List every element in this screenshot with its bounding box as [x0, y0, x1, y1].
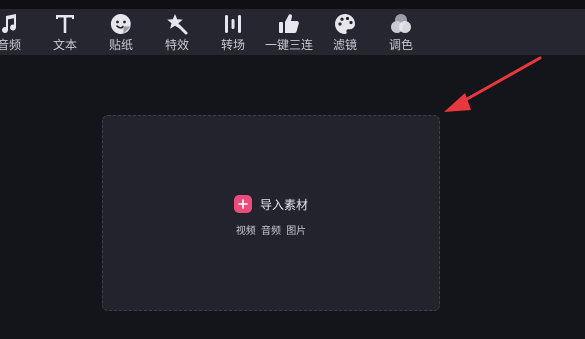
import-media-label: 导入素材	[259, 197, 308, 212]
import-media-button[interactable]: 导入素材	[103, 194, 439, 214]
sticker-face-icon	[109, 12, 133, 36]
tool-audio-label: 音频	[0, 38, 21, 52]
import-dropzone[interactable]: 导入素材 视频 音频 图片	[102, 115, 440, 311]
tool-triple-label: 一键三连	[264, 38, 313, 52]
type-image: 图片	[286, 226, 307, 237]
plus-icon	[233, 195, 252, 213]
text-t-icon	[53, 12, 77, 36]
type-video: 视频	[235, 226, 256, 237]
tool-text[interactable]: 文本	[35, 9, 95, 55]
tool-sticker[interactable]: 贴纸	[91, 9, 151, 55]
tool-triple[interactable]: 一键三连	[259, 9, 319, 55]
supported-types: 视频 音频 图片	[103, 222, 439, 237]
palette-icon	[333, 12, 357, 36]
tool-transition[interactable]: 转场	[203, 9, 263, 55]
tool-color-label: 调色	[388, 38, 413, 52]
tool-filter-label: 滤镜	[332, 38, 357, 52]
tool-transition-label: 转场	[220, 38, 245, 52]
tool-text-label: 文本	[52, 38, 77, 52]
thumbs-up-icon	[277, 12, 301, 36]
window-top-strip	[0, 0, 585, 9]
tool-audio[interactable]: 音频	[0, 9, 39, 55]
media-toolbar: 音频 文本 贴纸 特效 转场 一键三连 滤镜 调色	[0, 9, 585, 55]
color-circles-icon	[389, 12, 413, 36]
type-audio: 音频	[261, 226, 281, 237]
tool-effects[interactable]: 特效	[147, 9, 207, 55]
tool-effects-label: 特效	[164, 38, 189, 52]
transition-bars-icon	[221, 12, 245, 36]
tool-filter[interactable]: 滤镜	[315, 9, 375, 55]
tool-sticker-label: 贴纸	[108, 38, 133, 52]
star-magic-icon	[165, 12, 189, 36]
music-note-icon	[0, 12, 21, 36]
tool-color[interactable]: 调色	[371, 9, 431, 55]
